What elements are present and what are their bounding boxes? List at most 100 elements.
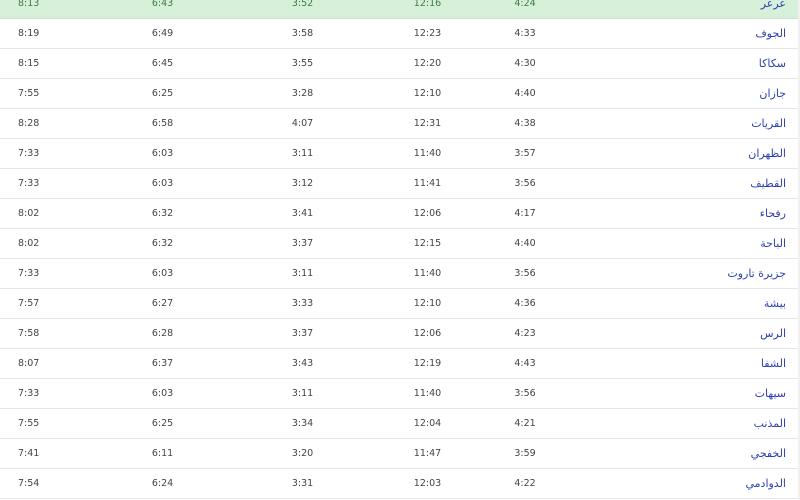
city-link[interactable]: الشفا [560, 348, 800, 379]
table-row: 8:02 6:32 3:37 12:15 4:40 الباحة [0, 228, 800, 259]
dhuhr-time-cell: 12:31 [365, 108, 490, 139]
maghrib-time-cell: 6:03 [85, 168, 240, 199]
maghrib-time-cell: 6:11 [85, 438, 240, 469]
fajr-time-cell: 3:59 [490, 438, 560, 469]
dhuhr-time-cell: 12:10 [365, 78, 490, 109]
maghrib-time-cell: 6:24 [85, 468, 240, 499]
asr-time-cell: 3:55 [240, 48, 365, 79]
maghrib-time-cell: 6:49 [85, 18, 240, 49]
isha-time-cell: 7:33 [0, 138, 85, 169]
fajr-time-cell: 4:38 [490, 108, 560, 139]
dhuhr-time-cell: 12:15 [365, 228, 490, 259]
city-link[interactable]: المذنب [560, 408, 800, 439]
isha-time-cell: 7:41 [0, 438, 85, 469]
fajr-time-cell: 4:43 [490, 348, 560, 379]
city-link[interactable]: عرعر [560, 0, 800, 19]
asr-time-cell: 3:34 [240, 408, 365, 439]
dhuhr-time-cell: 11:41 [365, 168, 490, 199]
asr-time-cell: 3:41 [240, 198, 365, 229]
city-link[interactable]: بيشة [560, 288, 800, 319]
maghrib-time-cell: 6:03 [85, 378, 240, 409]
fajr-time-cell: 3:56 [490, 258, 560, 289]
isha-time-cell: 7:57 [0, 288, 85, 319]
fajr-time-cell: 3:56 [490, 168, 560, 199]
dhuhr-time-cell: 12:04 [365, 408, 490, 439]
table-row: 7:54 6:24 3:31 12:03 4:22 الدوادمي [0, 468, 800, 499]
isha-time-cell: 7:55 [0, 408, 85, 439]
isha-time-cell: 7:33 [0, 258, 85, 289]
isha-time-cell: 8:28 [0, 108, 85, 139]
maghrib-time-cell: 6:28 [85, 318, 240, 349]
maghrib-time-cell: 6:32 [85, 228, 240, 259]
city-link[interactable]: سيهات [560, 378, 800, 409]
isha-time-cell: 7:55 [0, 78, 85, 109]
asr-time-cell: 3:31 [240, 468, 365, 499]
asr-time-cell: 3:20 [240, 438, 365, 469]
fajr-time-cell: 4:22 [490, 468, 560, 499]
city-link[interactable]: جازان [560, 78, 800, 109]
table-row: 8:28 6:58 4:07 12:31 4:38 القريات [0, 108, 800, 139]
city-link[interactable]: الظهران [560, 138, 800, 169]
fajr-time-cell: 4:23 [490, 318, 560, 349]
table-row: 8:19 6:49 3:58 12:23 4:33 الجوف [0, 18, 800, 49]
city-link[interactable]: الباحة [560, 228, 800, 259]
fajr-time-cell: 4:40 [490, 228, 560, 259]
table-row: 8:07 6:37 3:43 12:19 4:43 الشفا [0, 348, 800, 379]
fajr-time-cell: 4:40 [490, 78, 560, 109]
isha-time-cell: 8:07 [0, 348, 85, 379]
asr-time-cell: 3:11 [240, 138, 365, 169]
city-link[interactable]: سكاكا [560, 48, 800, 79]
asr-time-cell: 3:52 [240, 0, 365, 19]
dhuhr-time-cell: 11:40 [365, 138, 490, 169]
city-link[interactable]: الخفجي [560, 438, 800, 469]
table-row: 7:41 6:11 3:20 11:47 3:59 الخفجي [0, 438, 800, 469]
isha-time-cell: 7:54 [0, 468, 85, 499]
city-link[interactable]: رفحاء [560, 198, 800, 229]
fajr-time-cell: 4:17 [490, 198, 560, 229]
dhuhr-time-cell: 12:06 [365, 318, 490, 349]
asr-time-cell: 3:43 [240, 348, 365, 379]
city-link[interactable]: القريات [560, 108, 800, 139]
maghrib-time-cell: 6:43 [85, 0, 240, 19]
table-row: 7:55 6:25 3:34 12:04 4:21 المذنب [0, 408, 800, 439]
dhuhr-time-cell: 11:40 [365, 378, 490, 409]
maghrib-time-cell: 6:25 [85, 408, 240, 439]
prayer-times-table: 8:13 6:43 3:52 12:16 4:24 عرعر 8:19 6:49 3:58 12:… [0, 0, 800, 499]
isha-time-cell: 8:19 [0, 18, 85, 49]
table-row: 8:02 6:32 3:41 12:06 4:17 رفحاء [0, 198, 800, 229]
city-link[interactable]: الرس [560, 318, 800, 349]
city-link[interactable]: الدوادمي [560, 468, 800, 499]
dhuhr-time-cell: 12:10 [365, 288, 490, 319]
maghrib-time-cell: 6:25 [85, 78, 240, 109]
asr-time-cell: 3:11 [240, 378, 365, 409]
maghrib-time-cell: 6:45 [85, 48, 240, 79]
table-row: 7:33 6:03 3:11 11:40 3:57 الظهران [0, 138, 800, 169]
isha-time-cell: 8:02 [0, 198, 85, 229]
dhuhr-time-cell: 11:40 [365, 258, 490, 289]
table-row: 7:33 6:03 3:11 11:40 3:56 سيهات [0, 378, 800, 409]
asr-time-cell: 3:28 [240, 78, 365, 109]
city-link[interactable]: الجوف [560, 18, 800, 49]
fajr-time-cell: 4:30 [490, 48, 560, 79]
table-row: 7:33 6:03 3:12 11:41 3:56 القطيف [0, 168, 800, 199]
city-link[interactable]: القطيف [560, 168, 800, 199]
city-link[interactable]: جزيرة تاروت [560, 258, 800, 289]
asr-time-cell: 3:58 [240, 18, 365, 49]
isha-time-cell: 8:13 [0, 0, 85, 19]
maghrib-time-cell: 6:03 [85, 138, 240, 169]
asr-time-cell: 3:11 [240, 258, 365, 289]
table-row: 7:57 6:27 3:33 12:10 4:36 بيشة [0, 288, 800, 319]
table-row: 7:58 6:28 3:37 12:06 4:23 الرس [0, 318, 800, 349]
table-row: 7:55 6:25 3:28 12:10 4:40 جازان [0, 78, 800, 109]
dhuhr-time-cell: 12:19 [365, 348, 490, 379]
prayer-times-page: 8:13 6:43 3:52 12:16 4:24 عرعر 8:19 6:49 3:58 12:… [0, 0, 800, 500]
dhuhr-time-cell: 12:23 [365, 18, 490, 49]
isha-time-cell: 7:33 [0, 378, 85, 409]
table-row: 7:33 6:03 3:11 11:40 3:56 جزيرة تاروت [0, 258, 800, 289]
maghrib-time-cell: 6:27 [85, 288, 240, 319]
fajr-time-cell: 4:21 [490, 408, 560, 439]
dhuhr-time-cell: 12:20 [365, 48, 490, 79]
isha-time-cell: 8:02 [0, 228, 85, 259]
fajr-time-cell: 4:36 [490, 288, 560, 319]
asr-time-cell: 3:37 [240, 228, 365, 259]
